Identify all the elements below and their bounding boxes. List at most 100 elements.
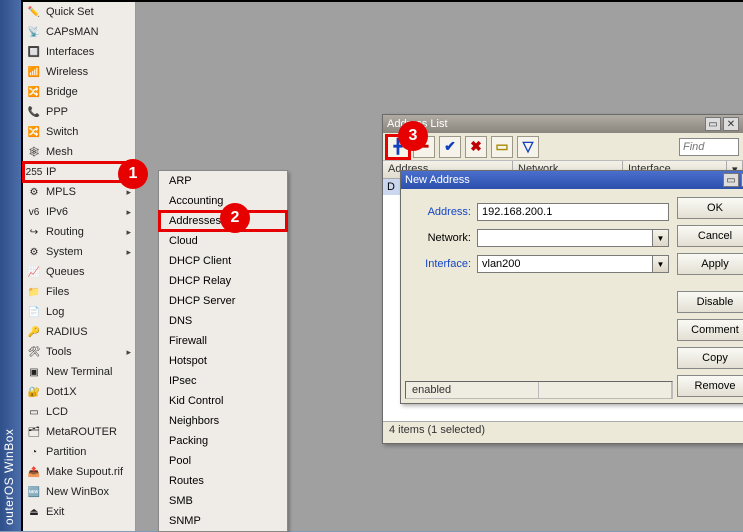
submenu-item-smb[interactable]: SMB (159, 491, 287, 511)
new-address-titlebar[interactable]: New Address ▭ ✕ (401, 171, 743, 189)
files-icon: 📁 (27, 285, 41, 299)
capsman-icon: 📡 (27, 25, 41, 39)
button-column: OK Cancel Apply Disable Comment Copy Remove (677, 189, 743, 403)
sidebar-item-label: MPLS (46, 186, 76, 198)
sidebar-item-files[interactable]: 📁 Files (23, 282, 135, 302)
app-vertical-tab: outerOS WinBox (0, 0, 21, 531)
sidebar-item-label: IP (46, 166, 56, 178)
sidebar-item-capsman[interactable]: 📡 CAPsMAN (23, 22, 135, 42)
sidebar-item-partition[interactable]: ◔Partition (23, 442, 135, 462)
sidebar-item-log[interactable]: 📄Log (23, 302, 135, 322)
tools-icon: 🛠 (27, 345, 41, 359)
queues-icon: 📈 (27, 265, 41, 279)
sidebar-item-ipv6[interactable]: v6IPv6▸ (23, 202, 135, 222)
sidebar-item-make-supout.rif[interactable]: 📤Make Supout.rif (23, 462, 135, 482)
submenu-item-snmp[interactable]: SNMP (159, 511, 287, 531)
sidebar-item-label: Quick Set (46, 6, 94, 18)
new-terminal-icon: ▣ (27, 365, 41, 379)
sidebar-item-switch[interactable]: 🔀Switch (23, 122, 135, 142)
close-icon[interactable]: ✕ (723, 117, 739, 131)
sidebar-item-bridge[interactable]: 🔀Bridge (23, 82, 135, 102)
bridge-icon: 🔀 (27, 85, 41, 99)
submenu-item-firewall[interactable]: Firewall (159, 331, 287, 351)
submenu-item-dhcp-relay[interactable]: DHCP Relay (159, 271, 287, 291)
sidebar-item-new-terminal[interactable]: ▣New Terminal (23, 362, 135, 382)
enable-button[interactable]: ✔ (439, 136, 461, 158)
metarouter-icon: 🗂 (27, 425, 41, 439)
network-input[interactable] (477, 229, 653, 247)
submenu-arrow-icon: ▸ (126, 207, 131, 218)
row-flag: D (387, 181, 395, 193)
address-label: Address: (409, 206, 471, 218)
new-address-title: New Address (405, 174, 470, 186)
sidebar-item-wireless[interactable]: 📶Wireless (23, 62, 135, 82)
sidebar-item-mesh[interactable]: 🕸 Mesh (23, 142, 135, 162)
submenu-item-hotspot[interactable]: Hotspot (159, 351, 287, 371)
submenu-item-ipsec[interactable]: IPsec (159, 371, 287, 391)
address-input[interactable] (477, 203, 669, 221)
sidebar-item-ppp[interactable]: 📞PPP (23, 102, 135, 122)
sidebar-item-label: Dot1X (46, 386, 77, 398)
exit-icon: ⏏ (27, 505, 41, 519)
desktop-area: ✏️Quick Set📡CAPsMAN🔲Interfaces📶Wireless🔀… (21, 0, 743, 531)
sidebar: ✏️Quick Set📡CAPsMAN🔲Interfaces📶Wireless🔀… (23, 2, 136, 531)
submenu-item-neighbors[interactable]: Neighbors (159, 411, 287, 431)
cancel-button[interactable]: Cancel (677, 225, 743, 247)
ppp-icon: 📞 (27, 105, 41, 119)
sidebar-item-metarouter[interactable]: 🗂 MetaROUTER (23, 422, 135, 442)
submenu-item-dns[interactable]: DNS (159, 311, 287, 331)
find-input[interactable] (679, 138, 739, 156)
interface-dropdown-icon[interactable]: ▼ (653, 255, 669, 273)
copy-button[interactable]: Copy (677, 347, 743, 369)
submenu-item-packing[interactable]: Packing (159, 431, 287, 451)
sidebar-item-radius[interactable]: 🔑RADIUS (23, 322, 135, 342)
log-icon: 📄 (27, 305, 41, 319)
filter-button[interactable]: ▽ (517, 136, 539, 158)
minimize-icon[interactable]: ▭ (723, 173, 739, 187)
comment-button[interactable]: ▭ (491, 136, 513, 158)
sidebar-item-lcd[interactable]: ▭LCD (23, 402, 135, 422)
sidebar-item-label: CAPsMAN (46, 26, 99, 38)
comment-button[interactable]: Comment (677, 319, 743, 341)
sidebar-item-queues[interactable]: 📈Queues (23, 262, 135, 282)
new-address-statusbar: enabled (405, 381, 673, 399)
sidebar-item-tools[interactable]: 🛠Tools▸ (23, 342, 135, 362)
sidebar-item-label: MetaROUTER (46, 426, 117, 438)
new-address-window: New Address ▭ ✕ Address: Network: ▼ Inte… (400, 170, 743, 404)
interface-label: Interface: (409, 258, 471, 270)
remove-button[interactable]: Remove (677, 375, 743, 397)
minimize-icon[interactable]: ▭ (705, 117, 721, 131)
sidebar-item-dot1x[interactable]: 🔐Dot1X (23, 382, 135, 402)
apply-button[interactable]: Apply (677, 253, 743, 275)
sidebar-item-label: Mesh (46, 146, 73, 158)
address-list-titlebar[interactable]: Address List ▭ ✕ (383, 115, 743, 133)
sidebar-item-mpls[interactable]: ⚙MPLS▸ (23, 182, 135, 202)
sidebar-item-label: RADIUS (46, 326, 88, 338)
mesh-icon: 🕸 (27, 145, 41, 159)
interface-input[interactable] (477, 255, 653, 273)
disable-button[interactable]: ✖ (465, 136, 487, 158)
submenu-item-kid-control[interactable]: Kid Control (159, 391, 287, 411)
submenu-item-routes[interactable]: Routes (159, 471, 287, 491)
partition-icon: ◔ (27, 445, 41, 459)
sidebar-item-exit[interactable]: ⏏Exit (23, 502, 135, 522)
disable-button[interactable]: Disable (677, 291, 743, 313)
ok-button[interactable]: OK (677, 197, 743, 219)
sidebar-item-new-winbox[interactable]: 🆕New WinBox (23, 482, 135, 502)
submenu-item-cloud[interactable]: Cloud (159, 231, 287, 251)
submenu-item-arp[interactable]: ARP (159, 171, 287, 191)
sidebar-item-label: Files (46, 286, 69, 298)
sidebar-item-interfaces[interactable]: 🔲Interfaces (23, 42, 135, 62)
submenu-item-pool[interactable]: Pool (159, 451, 287, 471)
sidebar-item-system[interactable]: ⚙System▸ (23, 242, 135, 262)
sidebar-item-quick-set[interactable]: ✏️Quick Set (23, 2, 135, 22)
sidebar-item-label: IPv6 (46, 206, 68, 218)
ip-icon: 255 (27, 165, 41, 179)
new-address-body: Address: Network: ▼ Interface: ▼ enabled (401, 189, 743, 403)
submenu-item-dhcp-client[interactable]: DHCP Client (159, 251, 287, 271)
network-dropdown-icon[interactable]: ▼ (653, 229, 669, 247)
mpls-icon: ⚙ (27, 185, 41, 199)
sidebar-item-routing[interactable]: ↪Routing▸ (23, 222, 135, 242)
submenu-item-dhcp-server[interactable]: DHCP Server (159, 291, 287, 311)
interfaces-icon: 🔲 (27, 45, 41, 59)
